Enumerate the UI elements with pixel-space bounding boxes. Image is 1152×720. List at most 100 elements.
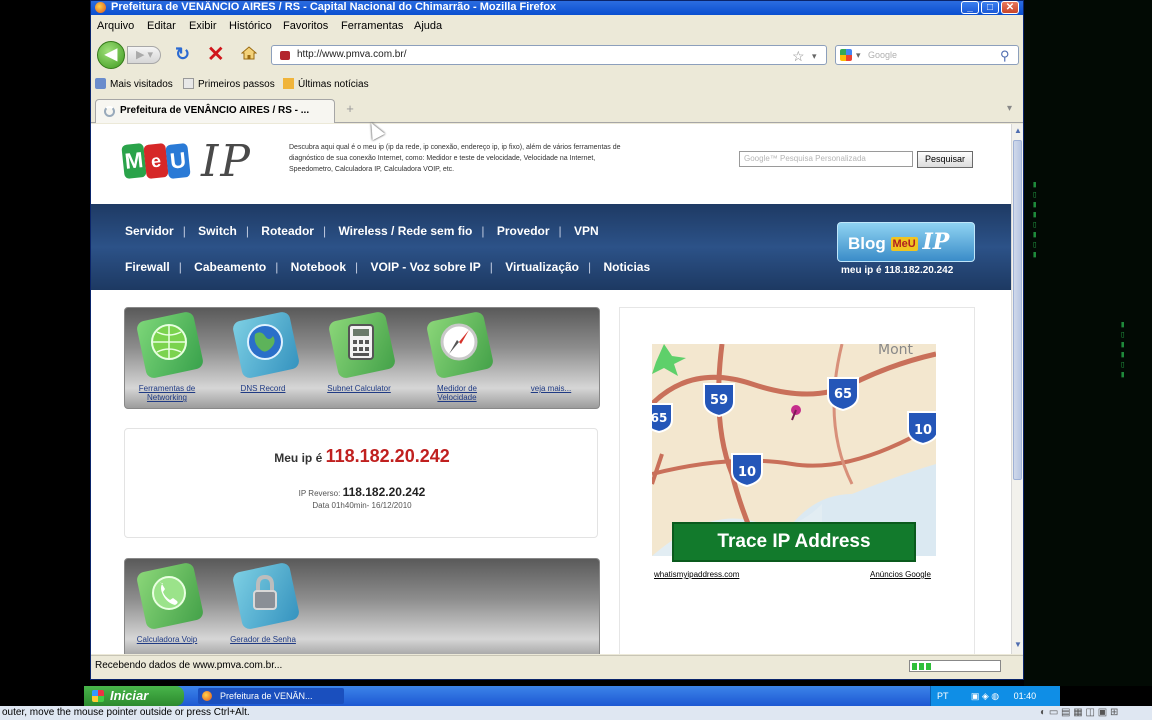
- menu-arquivo[interactable]: Arquivo: [97, 20, 134, 32]
- nav-vpn[interactable]: VPN: [574, 224, 599, 238]
- browser-window: Prefeitura de VENÂNCIO AIRES / RS - Capi…: [90, 0, 1024, 680]
- bookmark-primeiros-passos[interactable]: Primeiros passos: [183, 78, 275, 90]
- start-label: Iniciar: [110, 688, 149, 703]
- vm-hint-bar: outer, move the mouse pointer outside or…: [0, 706, 1152, 720]
- scrollbar-thumb[interactable]: [1013, 140, 1022, 480]
- compass-icon: [440, 323, 478, 361]
- home-icon[interactable]: [241, 46, 257, 60]
- ad-url-link[interactable]: whatismyipaddress.com: [654, 570, 739, 579]
- navigation-toolbar: ◀ ▶ ▾ ↻ ✕ http://www.pmva.com.br/ ☆ ▾ ▾ …: [91, 38, 1023, 70]
- loading-spinner-icon: [104, 106, 115, 117]
- svg-text:65: 65: [834, 387, 852, 402]
- tool-subnet-calculator[interactable]: Subnet Calculator: [319, 310, 399, 404]
- pesquisar-button[interactable]: Pesquisar: [917, 151, 973, 168]
- ip-date: Data 01h40min- 16/12/2010: [312, 501, 412, 510]
- nav-notebook[interactable]: Notebook: [291, 260, 346, 274]
- desktop-background-left: [0, 0, 90, 686]
- tray-clock: 01:40: [1013, 691, 1037, 701]
- svg-text:10: 10: [738, 465, 756, 480]
- nav-roteador[interactable]: Roteador: [261, 224, 314, 238]
- logo-ip: IP: [201, 136, 252, 187]
- site-favicon-icon: [280, 51, 290, 60]
- trace-ip-ad: Mont 59 65 65 10 10 Trace IP Address wha: [619, 307, 975, 654]
- vm-status-icons[interactable]: ◐ ▭ ▤ ▦ ◫ ▣ ⊞: [1040, 706, 1152, 720]
- tool-label[interactable]: Medidor de Velocidade: [417, 384, 497, 402]
- anuncios-google-link[interactable]: Anúncios Google: [870, 570, 931, 579]
- blog-ip-label: IP: [922, 229, 950, 255]
- tool-gerador-senha[interactable]: Gerador de Senha: [223, 561, 303, 654]
- menu-ajuda[interactable]: Ajuda: [414, 20, 442, 32]
- blog-meu-badge: MeU: [890, 237, 918, 251]
- menu-bar: Arquivo Editar Exibir Histórico Favorito…: [91, 17, 1023, 37]
- taskbar-firefox-item[interactable]: Prefeitura de VENÂN...: [198, 688, 344, 704]
- reload-icon[interactable]: ↻: [175, 44, 190, 65]
- meuip-logo[interactable]: M e U IP: [121, 136, 250, 188]
- menu-favoritos[interactable]: Favoritos: [283, 20, 328, 32]
- nav-virtualizacao[interactable]: Virtualização: [505, 260, 579, 274]
- maximize-button[interactable]: □: [981, 1, 999, 14]
- tool-dns-record[interactable]: DNS Record: [223, 310, 303, 404]
- search-bar[interactable]: ▾ Google ⚲: [835, 45, 1019, 65]
- veja-mais-link[interactable]: veja mais...: [511, 384, 591, 393]
- tool-label[interactable]: Ferramentas de Networking: [127, 384, 207, 402]
- menu-historico[interactable]: Histórico: [229, 20, 272, 32]
- nav-switch[interactable]: Switch: [198, 224, 237, 238]
- tool-label[interactable]: Calculadora Voip: [127, 635, 207, 644]
- tool-label[interactable]: DNS Record: [223, 384, 303, 393]
- tool-veja-mais[interactable]: veja mais...: [511, 314, 591, 404]
- bookmark-ultimas-noticias[interactable]: Últimas notícias: [283, 78, 369, 90]
- scroll-down-icon[interactable]: ▼: [1013, 640, 1023, 652]
- svg-text:10: 10: [914, 423, 932, 438]
- nav-cabeamento[interactable]: Cabeamento: [194, 260, 266, 274]
- tab-list-icon[interactable]: ▾: [1007, 103, 1012, 114]
- tray-language[interactable]: PT: [937, 691, 948, 701]
- url-text: http://www.pmva.com.br/: [297, 49, 407, 60]
- svg-text:65: 65: [652, 411, 667, 425]
- bookmark-star-icon[interactable]: ☆: [792, 47, 805, 65]
- tool-networking[interactable]: Ferramentas de Networking: [127, 310, 207, 404]
- my-ip-line: Meu ip é 118.182.20.242: [125, 446, 599, 467]
- menu-exibir[interactable]: Exibir: [189, 20, 217, 32]
- nav-wireless[interactable]: Wireless / Rede sem fio: [338, 224, 472, 238]
- menu-ferramentas[interactable]: Ferramentas: [341, 20, 403, 32]
- nav-firewall[interactable]: Firewall: [125, 260, 170, 274]
- loading-progress-bar: [909, 660, 1001, 672]
- trace-ip-button[interactable]: Trace IP Address: [672, 522, 916, 562]
- url-bar[interactable]: http://www.pmva.com.br/ ☆ ▾: [271, 45, 827, 65]
- url-dropdown-icon[interactable]: ▾: [812, 47, 817, 65]
- search-icon[interactable]: ⚲: [1000, 47, 1010, 65]
- page-icon: [183, 78, 194, 89]
- engine-dropdown-icon[interactable]: ▾: [856, 46, 861, 64]
- nav-provedor[interactable]: Provedor: [497, 224, 550, 238]
- stop-icon[interactable]: ✕: [207, 42, 225, 67]
- tool-medidor-velocidade[interactable]: Medidor de Velocidade: [417, 310, 497, 404]
- start-button[interactable]: Iniciar: [84, 686, 184, 706]
- site-description: Descubra aqui qual é o meu ip (ip da red…: [289, 144, 621, 173]
- nav-noticias[interactable]: Noticias: [603, 260, 650, 274]
- tool-calculadora-voip[interactable]: Calculadora Voip: [127, 561, 207, 654]
- windows-flag-icon: [92, 690, 104, 702]
- menu-editar[interactable]: Editar: [147, 20, 176, 32]
- tab-prefeitura[interactable]: Prefeitura de VENÂNCIO AIRES / RS - ...: [95, 99, 335, 123]
- forward-button[interactable]: ▶ ▾: [127, 46, 161, 64]
- tool-label[interactable]: Gerador de Senha: [223, 635, 303, 644]
- back-button[interactable]: ◀: [97, 41, 125, 69]
- nav-servidor[interactable]: Servidor: [125, 224, 174, 238]
- new-tab-button[interactable]: +: [339, 101, 361, 119]
- tool-label[interactable]: Subnet Calculator: [319, 384, 399, 393]
- vertical-scrollbar[interactable]: ▲ ▼: [1011, 124, 1023, 654]
- google-engine-icon[interactable]: [840, 49, 852, 61]
- close-button[interactable]: ✕: [1001, 1, 1019, 14]
- firefox-icon: [95, 2, 106, 13]
- scroll-up-icon[interactable]: ▲: [1013, 126, 1023, 138]
- globe-blue-icon: [247, 324, 283, 360]
- blog-meuip-button[interactable]: Blog MeU IP: [837, 222, 975, 262]
- category-nav: Servidor | Switch | Roteador | Wireless / R…: [91, 204, 1011, 290]
- bookmark-mais-visitados[interactable]: Mais visitados: [95, 78, 173, 90]
- bookmarks-toolbar: Mais visitados Primeiros passos Últimas …: [91, 76, 1023, 94]
- minimize-button[interactable]: _: [961, 1, 979, 14]
- site-search-input[interactable]: Google™ Pesquisa Personalizada: [739, 151, 913, 167]
- my-ip-value: 118.182.20.242: [325, 446, 450, 466]
- nav-voip[interactable]: VOIP - Voz sobre IP: [370, 260, 480, 274]
- tray-icons[interactable]: ▣ ◈ ◍: [971, 691, 999, 701]
